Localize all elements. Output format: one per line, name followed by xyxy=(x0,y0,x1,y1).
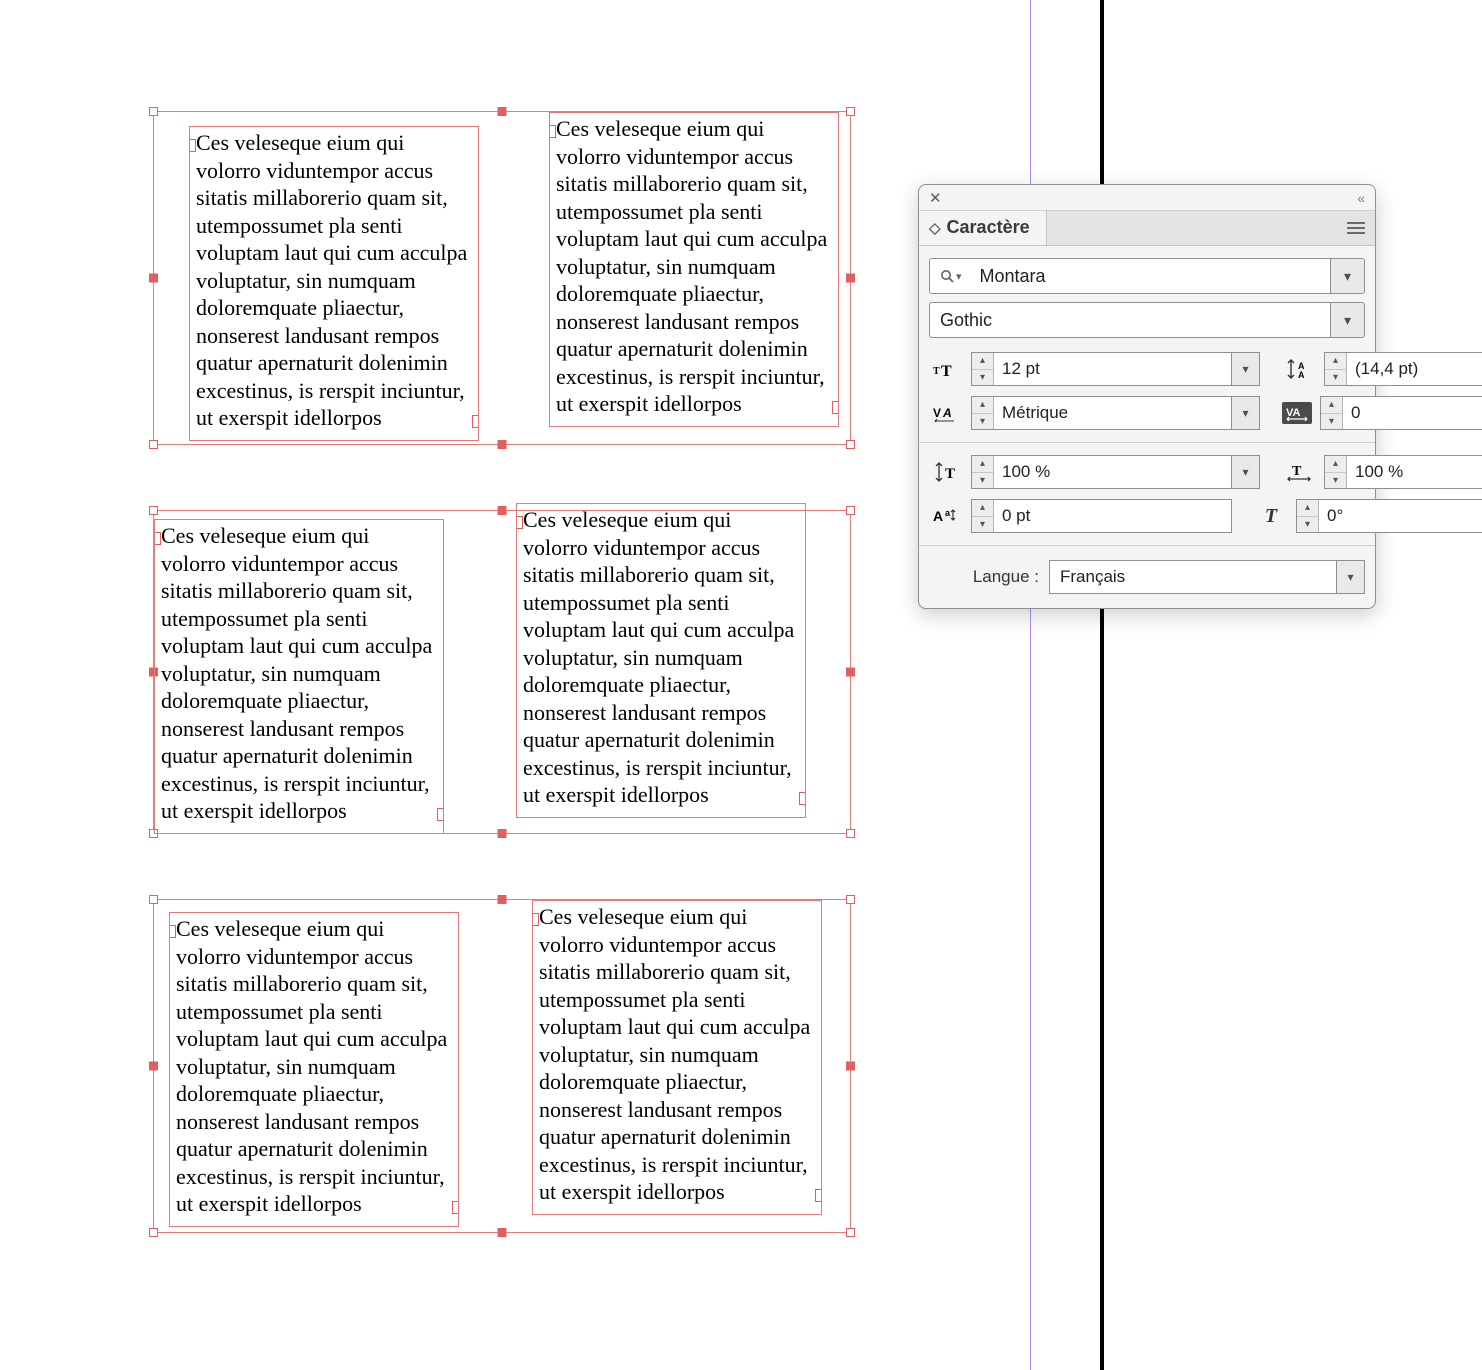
leading-stepper[interactable]: ▴▾ xyxy=(1325,353,1347,385)
tracking-field[interactable]: ▴▾ ▾ xyxy=(1320,396,1482,430)
language-label: Langue : xyxy=(929,567,1039,587)
in-port-icon[interactable] xyxy=(189,139,196,152)
svg-text:V: V xyxy=(933,406,941,420)
out-port-icon[interactable] xyxy=(799,792,806,805)
horizontal-scale-field[interactable]: ▴▾ ▾ xyxy=(1324,455,1482,489)
font-style-input[interactable] xyxy=(930,303,1330,337)
baseline-shift-stepper[interactable]: ▴▾ xyxy=(972,500,994,532)
baseline-shift-input[interactable] xyxy=(994,500,1231,532)
placeholder-text: Ces veleseque eium qui volorro viduntemp… xyxy=(556,116,827,416)
out-port-icon[interactable] xyxy=(472,415,479,428)
panel-tabbar: ◇ Caractère xyxy=(919,211,1375,246)
tracking-input[interactable] xyxy=(1343,397,1482,429)
horizontal-scale-input[interactable] xyxy=(1347,456,1482,488)
expand-icon: ◇ xyxy=(929,219,941,237)
font-family-input[interactable] xyxy=(970,259,1330,293)
placeholder-text: Ces veleseque eium qui volorro viduntemp… xyxy=(176,916,447,1216)
kerning-dropdown[interactable]: ▾ xyxy=(1231,397,1259,429)
horizontal-scale-icon: T xyxy=(1282,458,1316,486)
font-style-field[interactable]: ▾ xyxy=(929,302,1365,338)
tracking-icon: VA xyxy=(1282,402,1312,424)
placeholder-text: Ces veleseque eium qui volorro viduntemp… xyxy=(196,130,467,430)
language-input[interactable] xyxy=(1050,561,1336,593)
chevron-down-icon: ▾ xyxy=(956,270,962,283)
out-port-icon[interactable] xyxy=(832,401,839,414)
vertical-scale-stepper[interactable]: ▴▾ xyxy=(972,456,994,488)
character-panel[interactable]: ✕ « ◇ Caractère ▾ ▾ ▾ xyxy=(918,184,1376,609)
text-frame[interactable]: Ces veleseque eium qui volorro viduntemp… xyxy=(549,112,839,427)
font-size-field[interactable]: ▴▾ ▾ xyxy=(971,352,1260,386)
placeholder-text: Ces veleseque eium qui volorro viduntemp… xyxy=(523,507,794,807)
in-port-icon[interactable] xyxy=(154,532,161,545)
language-field[interactable]: ▾ xyxy=(1049,560,1365,594)
out-port-icon[interactable] xyxy=(815,1189,822,1202)
placeholder-text: Ces veleseque eium qui volorro viduntemp… xyxy=(161,523,432,823)
baseline-shift-icon: Aa xyxy=(929,502,963,530)
svg-text:T: T xyxy=(933,366,940,377)
text-frame[interactable]: Ces veleseque eium qui volorro viduntemp… xyxy=(189,126,479,441)
frame-group[interactable]: Ces veleseque eium qui volorro viduntemp… xyxy=(153,111,851,445)
svg-text:A: A xyxy=(933,508,943,524)
text-frame[interactable]: Ces veleseque eium qui volorro viduntemp… xyxy=(154,519,444,834)
kerning-stepper[interactable]: ▴▾ xyxy=(972,397,994,429)
vertical-scale-input[interactable] xyxy=(994,456,1231,488)
svg-text:a: a xyxy=(945,508,951,518)
svg-text:A: A xyxy=(1298,370,1305,379)
kerning-field[interactable]: ▴▾ ▾ xyxy=(971,396,1260,430)
font-style-dropdown[interactable]: ▾ xyxy=(1330,303,1364,337)
leading-field[interactable]: ▴▾ ▾ xyxy=(1324,352,1482,386)
language-dropdown[interactable]: ▾ xyxy=(1336,561,1364,593)
tab-label: Caractère xyxy=(947,217,1030,238)
collapse-icon[interactable]: « xyxy=(1353,188,1369,208)
skew-icon: T xyxy=(1254,502,1288,530)
font-size-dropdown[interactable]: ▾ xyxy=(1231,353,1259,385)
placeholder-text: Ces veleseque eium qui volorro viduntemp… xyxy=(539,904,810,1204)
svg-text:T: T xyxy=(1292,464,1302,479)
frame-group[interactable]: Ces veleseque eium qui volorro viduntemp… xyxy=(153,510,851,834)
font-size-input[interactable] xyxy=(994,353,1231,385)
vertical-scale-field[interactable]: ▴▾ ▾ xyxy=(971,455,1260,489)
font-size-icon: TT xyxy=(929,355,963,383)
font-family-dropdown[interactable]: ▾ xyxy=(1330,259,1364,293)
panel-menu-icon[interactable] xyxy=(1337,211,1375,245)
text-frame[interactable]: Ces veleseque eium qui volorro viduntemp… xyxy=(169,912,459,1227)
skew-stepper[interactable]: ▴▾ xyxy=(1297,500,1319,532)
font-size-stepper[interactable]: ▴▾ xyxy=(972,353,994,385)
out-port-icon[interactable] xyxy=(452,1201,459,1214)
out-port-icon[interactable] xyxy=(437,808,444,821)
tracking-stepper[interactable]: ▴▾ xyxy=(1321,397,1343,429)
svg-text:T: T xyxy=(941,363,952,378)
svg-text:T: T xyxy=(945,466,955,482)
text-frame[interactable]: Ces veleseque eium qui volorro viduntemp… xyxy=(516,503,806,818)
vertical-scale-dropdown[interactable]: ▾ xyxy=(1231,456,1259,488)
horizontal-scale-stepper[interactable]: ▴▾ xyxy=(1325,456,1347,488)
in-port-icon[interactable] xyxy=(532,913,539,926)
in-port-icon[interactable] xyxy=(549,125,556,138)
panel-titlebar[interactable]: ✕ « xyxy=(919,185,1375,211)
tab-character[interactable]: ◇ Caractère xyxy=(919,211,1047,245)
leading-input[interactable] xyxy=(1347,353,1482,385)
kerning-icon: VA xyxy=(929,399,963,427)
svg-text:A: A xyxy=(942,406,952,420)
frame-group[interactable]: Ces veleseque eium qui volorro viduntemp… xyxy=(153,899,851,1233)
separator xyxy=(919,442,1375,443)
close-icon[interactable]: ✕ xyxy=(925,187,946,209)
leading-icon: AA xyxy=(1282,355,1316,383)
in-port-icon[interactable] xyxy=(516,516,523,529)
font-family-field[interactable]: ▾ ▾ xyxy=(929,258,1365,294)
text-frame[interactable]: Ces veleseque eium qui volorro viduntemp… xyxy=(532,900,822,1215)
skew-field[interactable]: ▴▾ xyxy=(1296,499,1482,533)
in-port-icon[interactable] xyxy=(169,925,176,938)
kerning-input[interactable] xyxy=(994,397,1231,429)
vertical-scale-icon: T xyxy=(929,458,963,486)
separator xyxy=(919,545,1375,546)
skew-input[interactable] xyxy=(1319,500,1482,532)
baseline-shift-field[interactable]: ▴▾ xyxy=(971,499,1232,533)
font-search-icon[interactable]: ▾ xyxy=(930,259,970,293)
